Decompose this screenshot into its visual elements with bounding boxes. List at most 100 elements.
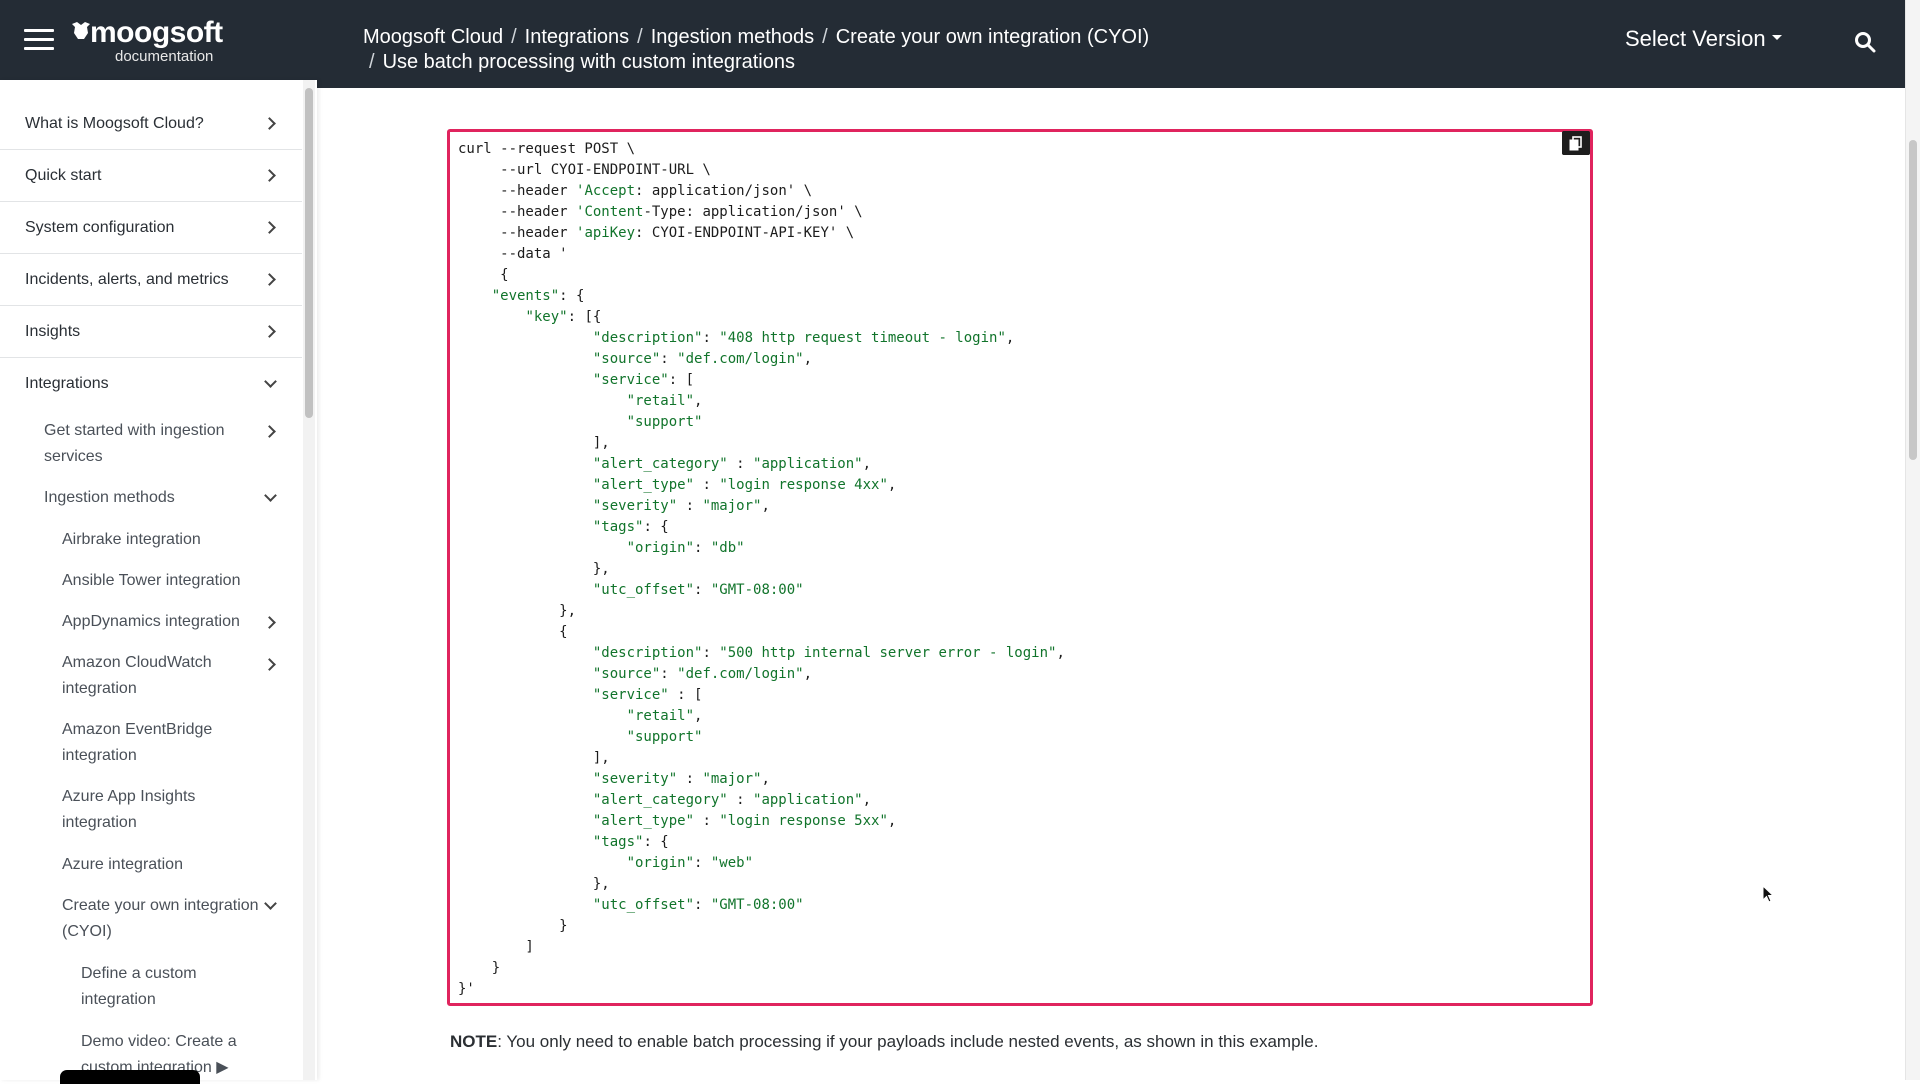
- sidebar-item-get-started[interactable]: Get started with ingestion services: [44, 418, 284, 470]
- top-header: moogsoft documentation Moogsoft Cloud / In…: [0, 0, 1905, 88]
- sidebar-item-label: Quick start: [25, 167, 102, 184]
- code-line: "alert_category" : "application",: [592, 456, 872, 472]
- sidebar-item-label: Incidents, alerts, and metrics: [25, 271, 229, 288]
- sidebar-item-cyoi[interactable]: Create your own integration (CYOI): [62, 893, 262, 945]
- sidebar-item-label: Create your own integration (CYOI): [62, 897, 259, 940]
- sidebar-item-define-custom[interactable]: Define a custom integration: [81, 961, 261, 1013]
- code-line: curl --request POST \: [458, 141, 636, 157]
- logo-subtitle: documentation: [115, 48, 214, 65]
- code-line: "origin": "db": [626, 540, 745, 556]
- chevron-right-icon: [263, 117, 276, 130]
- code-line: "tags": {: [592, 834, 669, 850]
- sidebar-item-quick-start[interactable]: Quick start: [0, 150, 302, 202]
- logo-wordmark: moogsoft: [90, 16, 223, 49]
- code-line: "severity" : "major",: [592, 498, 770, 514]
- sidebar-item-label: Insights: [25, 323, 81, 340]
- sidebar-item-ingestion-methods[interactable]: Ingestion methods: [44, 485, 284, 511]
- code-line: {: [458, 267, 509, 283]
- page-scrollbar-thumb[interactable]: [1909, 140, 1917, 460]
- sidebar-item-label: Ingestion methods: [44, 489, 175, 506]
- sidebar-item-insights[interactable]: Insights: [0, 306, 302, 358]
- sidebar-item-label: Ansible Tower integration: [62, 572, 241, 589]
- sidebar-item-azure-app-insights[interactable]: Azure App Insights integration: [62, 784, 262, 836]
- chevron-right-icon: [263, 273, 276, 286]
- sidebar-scrollbar-thumb[interactable]: [305, 88, 313, 418]
- code-line: ]: [458, 939, 534, 955]
- sidebar-item-label: Integrations: [25, 375, 109, 392]
- caret-down-icon: [1771, 34, 1782, 40]
- sidebar-item-what-is[interactable]: What is Moogsoft Cloud?: [0, 98, 302, 150]
- sidebar: What is Moogsoft Cloud? Quick start Syst…: [0, 80, 317, 1080]
- moogsoft-logo[interactable]: moogsoft documentation: [70, 16, 230, 66]
- code-line: "events": {: [491, 288, 585, 304]
- code-line: "source": "def.com/login",: [592, 666, 813, 682]
- sidebar-item-incidents[interactable]: Incidents, alerts, and metrics: [0, 254, 302, 306]
- cow-logo-icon: [72, 22, 90, 39]
- version-label: Select Version: [1625, 26, 1766, 51]
- breadcrumb-link[interactable]: Create your own integration (CYOI): [836, 26, 1149, 48]
- tooltip-edge: [60, 1070, 200, 1084]
- code-line: ],: [458, 435, 610, 451]
- code-line: "origin": "web": [626, 855, 754, 871]
- sidebar-item-system-configuration[interactable]: System configuration: [0, 202, 302, 254]
- code-line: --url CYOI-ENDPOINT-URL \: [458, 162, 711, 178]
- note-paragraph: NOTE: You only need to enable batch proc…: [450, 1032, 1319, 1052]
- sidebar-item-label: Airbrake integration: [62, 531, 201, 548]
- code-line: },: [458, 876, 610, 892]
- code-line: "service" : [: [592, 687, 703, 703]
- breadcrumb-link[interactable]: Moogsoft Cloud: [363, 26, 503, 48]
- code-line: }': [458, 981, 475, 997]
- code-line: ],: [458, 750, 610, 766]
- chevron-right-icon: [263, 169, 276, 182]
- code-block: curl --request POST \ --url CYOI-ENDPOIN…: [447, 129, 1593, 1006]
- sidebar-item-ansible[interactable]: Ansible Tower integration: [62, 568, 302, 594]
- chevron-right-icon: [263, 658, 276, 671]
- copy-icon[interactable]: [1562, 131, 1590, 155]
- code-line: }: [458, 918, 568, 934]
- code-line: --header 'apiKey: CYOI-ENDPOINT-API-KEY'…: [458, 225, 855, 241]
- code-line: "retail",: [626, 708, 703, 724]
- sidebar-item-eventbridge[interactable]: Amazon EventBridge integration: [62, 717, 262, 769]
- sidebar-item-integrations[interactable]: Integrations: [0, 358, 302, 410]
- version-select[interactable]: Select Version: [1625, 26, 1782, 52]
- search-icon[interactable]: [1854, 31, 1876, 53]
- code-line: "utc_offset": "GMT-08:00": [592, 582, 804, 598]
- code-line: }: [458, 960, 501, 976]
- sidebar-item-azure[interactable]: Azure integration: [62, 852, 302, 878]
- sidebar-item-airbrake[interactable]: Airbrake integration: [62, 527, 302, 553]
- code-line: },: [458, 561, 610, 577]
- code-line: "service": [: [592, 372, 695, 388]
- play-icon: ▶: [216, 1059, 229, 1076]
- breadcrumb-current: Use batch processing with custom integra…: [382, 51, 795, 73]
- code-line: {: [458, 624, 568, 640]
- menu-icon[interactable]: [24, 29, 54, 51]
- note-label: NOTE: [450, 1032, 498, 1051]
- code-line: "alert_type" : "login response 4xx",: [592, 477, 897, 493]
- sidebar-item-label: Get started with ingestion services: [44, 422, 225, 465]
- chevron-down-icon: [264, 375, 277, 388]
- code-line: "retail",: [626, 393, 703, 409]
- code-line: "support": [626, 414, 703, 430]
- sidebar-item-label: Azure integration: [62, 856, 183, 873]
- sidebar-item-label: Amazon CloudWatch integration: [62, 654, 212, 697]
- breadcrumb-link[interactable]: Integrations: [525, 26, 630, 48]
- code-line: },: [458, 603, 577, 619]
- mouse-cursor-icon: [1762, 885, 1775, 903]
- code-line: --data ': [458, 246, 568, 262]
- code-line: "description": "408 http request timeout…: [592, 330, 1015, 346]
- sidebar-item-label: Azure App Insights integration: [62, 788, 196, 831]
- sidebar-item-label: Define a custom integration: [81, 965, 197, 1008]
- code-line: "tags": {: [592, 519, 669, 535]
- sidebar-item-label: System configuration: [25, 219, 175, 236]
- code-line: "utc_offset": "GMT-08:00": [592, 897, 804, 913]
- sidebar-item-label: Amazon EventBridge integration: [62, 721, 213, 764]
- breadcrumb: Moogsoft Cloud / Integrations / Ingestion me…: [363, 26, 1150, 73]
- code-line: "alert_category" : "application",: [592, 792, 872, 808]
- chevron-down-icon: [264, 897, 277, 910]
- sidebar-item-cloudwatch[interactable]: Amazon CloudWatch integration: [62, 650, 262, 702]
- code-line: "description": "500 http internal server…: [592, 645, 1065, 661]
- sidebar-item-label: What is Moogsoft Cloud?: [25, 115, 204, 132]
- code-content: curl --request POST \ --url CYOI-ENDPOIN…: [458, 139, 1065, 1000]
- code-line: --header 'Accept: application/json' \: [458, 183, 813, 199]
- breadcrumb-link[interactable]: Ingestion methods: [651, 26, 814, 48]
